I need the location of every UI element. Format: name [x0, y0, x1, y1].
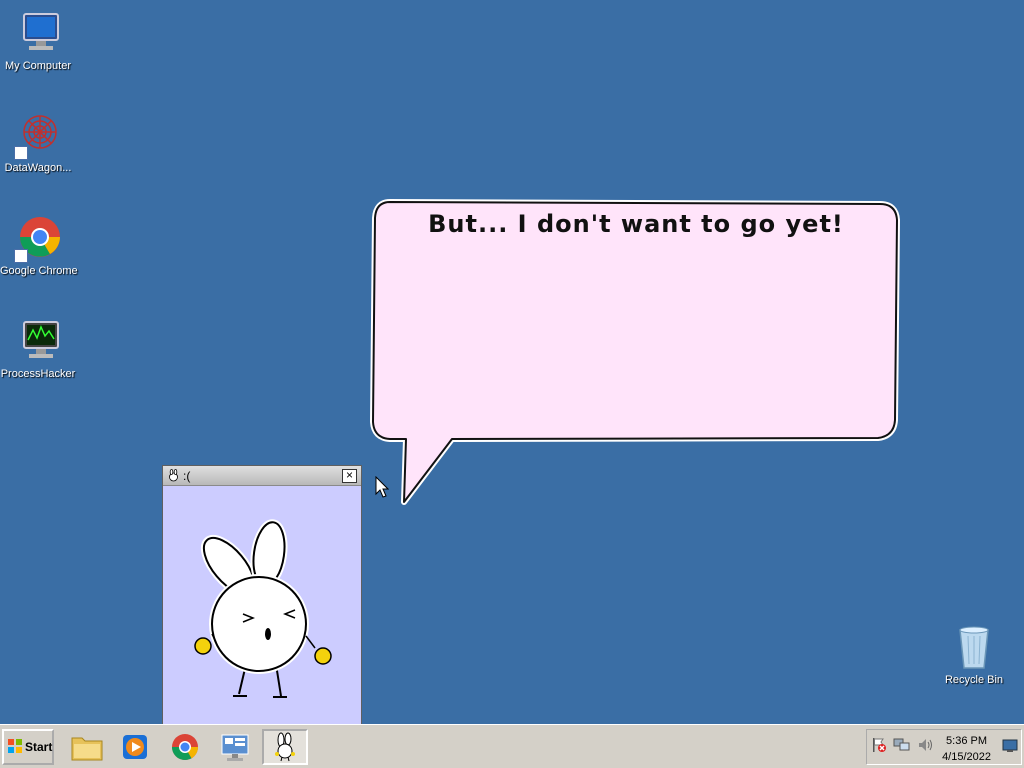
recycle-bin-icon: [950, 624, 998, 672]
system-tray: 5:36 PM 4/15/2022: [866, 729, 1022, 765]
pet-window-title: :(: [183, 468, 191, 483]
windows-logo-icon: [7, 738, 23, 757]
desktop-icon-label: Recycle Bin: [944, 674, 1004, 686]
pet-window-titlebar[interactable]: :(: [163, 466, 361, 486]
show-desktop-icon[interactable]: [1002, 739, 1018, 758]
chrome-icon: [14, 215, 62, 263]
media-player-icon: [123, 735, 147, 759]
desktop-icon-processhacker[interactable]: ProcessHacker: [0, 318, 76, 380]
network-icon[interactable]: [893, 737, 911, 758]
taskbar-chrome[interactable]: [162, 729, 208, 765]
start-label: Start: [25, 740, 53, 754]
mouse-cursor-icon: [375, 476, 389, 498]
clock-date: 4/15/2022: [942, 751, 991, 763]
speech-bubble-text: But... I don't want to go yet!: [428, 210, 844, 238]
folder-icon: [71, 737, 103, 761]
pet-window[interactable]: :( ×: [162, 465, 362, 735]
taskbar-server-manager[interactable]: [212, 729, 258, 765]
start-button[interactable]: Start: [2, 729, 54, 765]
close-button[interactable]: ×: [342, 469, 357, 483]
clock-time: 5:36 PM: [946, 735, 988, 747]
computer-icon: [14, 10, 62, 58]
datawagon-icon: [14, 112, 62, 160]
server-manager-icon: [221, 734, 249, 761]
desktop-icon-my-computer[interactable]: My Computer: [0, 10, 76, 72]
desktop-icon-label: ProcessHacker: [0, 368, 76, 380]
shortcut-arrow-icon: [14, 249, 28, 263]
desktop-icon-recycle-bin[interactable]: Recycle Bin: [936, 624, 1012, 686]
bunny-icon: [275, 732, 295, 762]
shortcut-arrow-icon: [14, 146, 28, 160]
desktop-icon-label: My Computer: [4, 60, 72, 72]
desktop-icon-label: Google Chrome: [0, 265, 78, 277]
chrome-icon: [171, 734, 199, 761]
taskbar-bunny-app[interactable]: [262, 729, 308, 765]
desktop-icon-google-chrome[interactable]: Google Chrome: [0, 215, 78, 277]
taskbar-media-player[interactable]: [112, 729, 158, 765]
speech-bubble: [370, 199, 900, 505]
taskbar-file-explorer[interactable]: [64, 729, 110, 765]
action-center-flag-icon[interactable]: [871, 737, 887, 758]
bunny-character: [194, 519, 332, 698]
clock[interactable]: 5:36 PM 4/15/2022: [942, 733, 991, 765]
desktop-icon-datawagon[interactable]: DataWagon...: [0, 112, 76, 174]
processhacker-icon: [14, 318, 62, 366]
bunny-icon: [167, 469, 180, 482]
volume-icon[interactable]: [917, 737, 935, 758]
desktop-icon-label: DataWagon...: [4, 162, 72, 174]
taskbar: Start 5:36 PM 4/15/2022: [0, 724, 1024, 768]
